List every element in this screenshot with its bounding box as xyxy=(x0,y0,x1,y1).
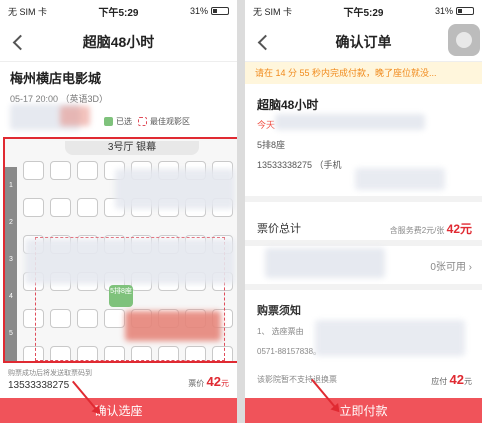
battery-percent: 31% xyxy=(189,6,208,16)
row-number: 5 xyxy=(9,330,13,337)
order-confirm-screen: 无 SIM 卡 下午5:29 31% 确认订单 请在 14 分 55 秒内完成付… xyxy=(245,0,482,423)
nav-bar: 确认订单 xyxy=(245,22,482,62)
legend-best-label: 最佳观影区 xyxy=(150,117,190,126)
pay-label: 应付 xyxy=(431,377,448,386)
seat[interactable] xyxy=(50,161,71,180)
redacted-area xyxy=(125,311,221,341)
pay-value: 42 xyxy=(449,372,464,387)
movie-title: 超脑48小时 xyxy=(257,98,319,112)
battery-icon xyxy=(210,7,229,15)
notice-line: 1、 选座票由 xyxy=(257,327,304,336)
redacted-area xyxy=(275,114,425,130)
sold-seat-swatch xyxy=(104,117,113,126)
pay-unit: 元 xyxy=(464,377,472,386)
assistive-touch-button[interactable] xyxy=(448,24,480,56)
pay-now-button[interactable]: 立即付款 xyxy=(245,398,482,423)
seat-map[interactable]: 3号厅 银幕 1 2 3 4 5 5排8座 xyxy=(3,137,237,363)
fee-text: 含服务费2元/张 xyxy=(389,226,445,235)
coupon-selector[interactable]: 0张可用 › xyxy=(430,258,472,273)
seat[interactable] xyxy=(77,161,98,180)
row-number: 2 xyxy=(9,219,13,226)
fee-value: 42元 xyxy=(446,222,472,236)
redacted-area xyxy=(355,168,445,190)
row-number: 3 xyxy=(9,256,13,263)
show-date: 今天 xyxy=(257,120,276,130)
screen-label: 3号厅 银幕 xyxy=(65,141,199,155)
fee-info: 含服务费2元/张 42元 xyxy=(390,220,472,237)
clock: 下午5:29 xyxy=(98,7,139,19)
legend-sold-label: 已选 xyxy=(116,117,132,126)
divider xyxy=(245,196,482,202)
chevron-left-icon xyxy=(257,34,273,50)
payment-timer: 请在 14 分 55 秒内完成付款，晚了座位就没... xyxy=(245,62,482,84)
row-number-bar: 1 2 3 4 5 xyxy=(5,167,17,361)
chevron-left-icon xyxy=(12,34,28,50)
back-button[interactable] xyxy=(251,30,275,54)
pay-total: 应付 42元 xyxy=(431,366,472,396)
seat[interactable] xyxy=(77,198,98,217)
coupon-count: 0张可用 xyxy=(430,262,466,273)
confirm-seat-button[interactable]: 确认选座 xyxy=(0,398,237,423)
seat[interactable] xyxy=(23,161,44,180)
redacted-area xyxy=(60,106,90,126)
battery: 31% xyxy=(435,6,474,16)
seat-legend: 已选 最佳观影区 xyxy=(104,116,190,127)
back-button[interactable] xyxy=(6,30,30,54)
notice-line: 0571-88157838。 xyxy=(257,347,322,356)
cinema-name: 梅州横店电影城 xyxy=(10,71,102,86)
row-number: 1 xyxy=(9,182,13,189)
seat-selection-screen: 无 SIM 卡 下午5:29 31% 超脑48小时 梅州横店电影城 05-17 … xyxy=(0,0,237,423)
battery-percent: 31% xyxy=(434,6,453,16)
battery: 31% xyxy=(190,6,229,16)
seat[interactable] xyxy=(23,198,44,217)
best-zone-swatch xyxy=(138,117,147,126)
selected-seat[interactable]: 5排8座 xyxy=(109,285,133,307)
redacted-area xyxy=(115,169,235,209)
divider xyxy=(245,240,482,246)
page-title: 确认订单 xyxy=(335,33,392,50)
redacted-area xyxy=(25,239,235,284)
seat-info: 5排8座 xyxy=(257,140,286,150)
status-bar: 无 SIM 卡 下午5:29 31% xyxy=(0,0,237,22)
price-unit: 元 xyxy=(221,379,229,388)
pay-footer: 该影院暂不支持退换票 应付 42元 xyxy=(245,366,482,394)
seat[interactable] xyxy=(50,198,71,217)
nav-bar: 超脑48小时 xyxy=(0,22,237,62)
carrier-label: 无 SIM 卡 xyxy=(253,6,293,17)
ticket-footer: 购票成功后将发送取票码到 13533338275 票价 42元 xyxy=(0,366,237,396)
notice-title: 购票须知 xyxy=(257,305,301,317)
carrier-label: 无 SIM 卡 xyxy=(8,6,48,17)
total-label: 票价总计 xyxy=(257,223,301,235)
page-title: 超脑48小时 xyxy=(82,33,155,50)
price-label: 票价 xyxy=(188,379,205,388)
row-number: 4 xyxy=(9,293,13,300)
chevron-right-icon: › xyxy=(468,262,472,273)
status-bar: 无 SIM 卡 下午5:29 31% xyxy=(245,0,482,22)
refund-note: 该影院暂不支持退换票 xyxy=(257,375,337,384)
price: 票价 42元 xyxy=(188,374,229,389)
redacted-area xyxy=(315,320,465,356)
phone-info: 13533338275 （手机 xyxy=(257,160,342,170)
clock: 下午5:29 xyxy=(343,7,384,19)
price-value: 42 xyxy=(206,374,221,389)
battery-icon xyxy=(455,7,474,15)
redacted-area xyxy=(265,248,385,278)
divider xyxy=(245,284,482,290)
